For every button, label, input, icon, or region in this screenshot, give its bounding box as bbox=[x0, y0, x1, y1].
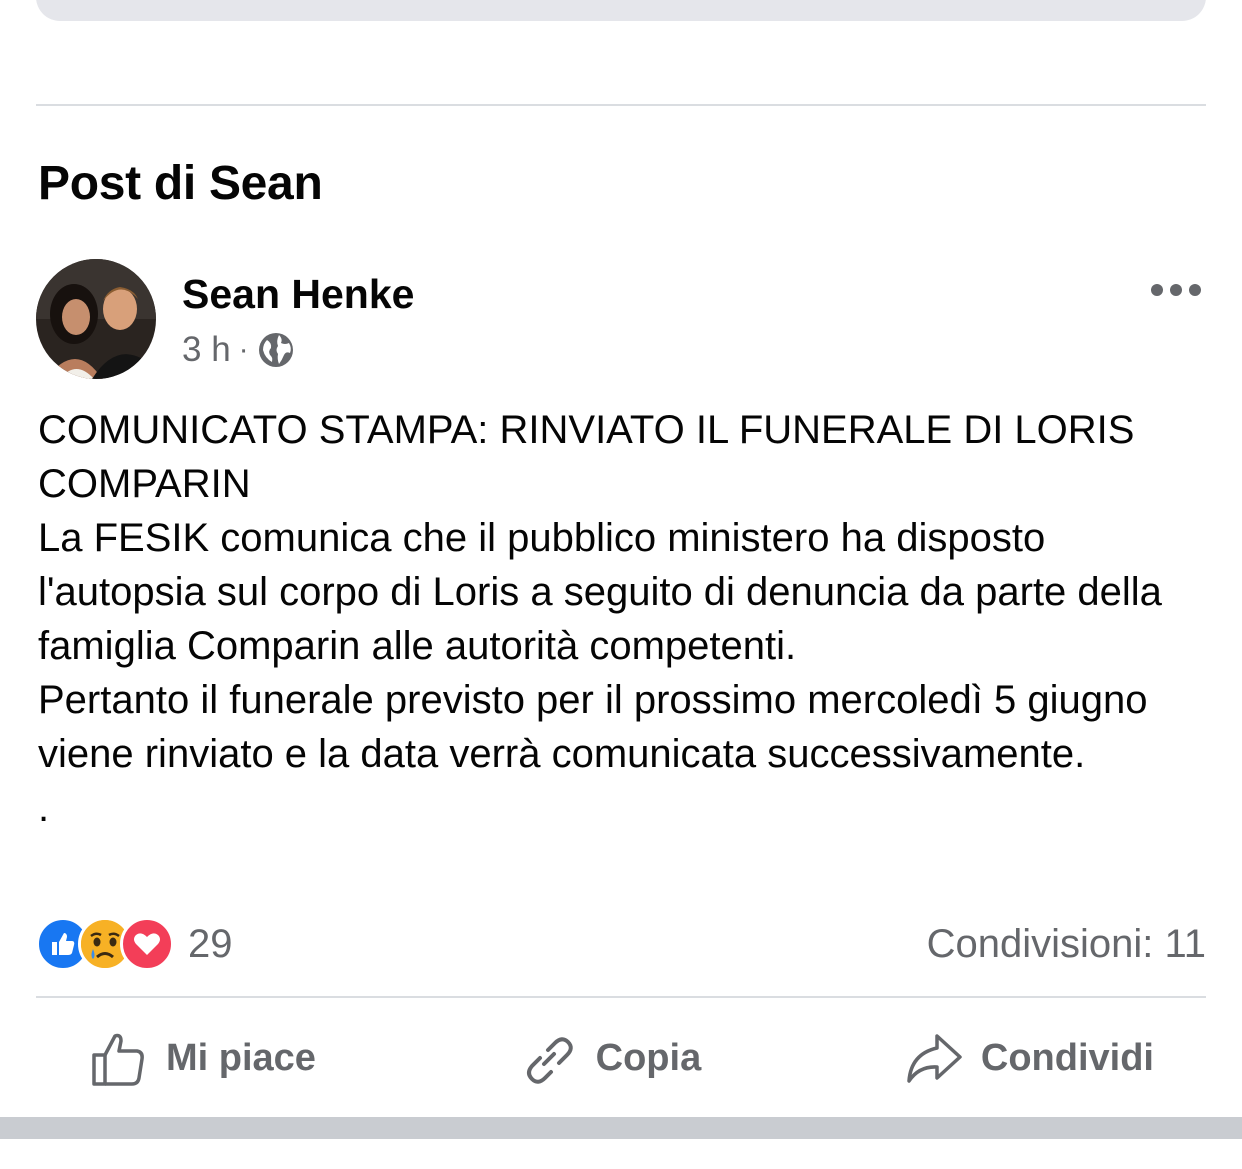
post-paragraph: Pertanto il funerale previsto per il pro… bbox=[38, 678, 1159, 776]
post-meta: 3 h · bbox=[182, 326, 295, 374]
reaction-count: 29 bbox=[188, 921, 233, 966]
section-divider bbox=[36, 104, 1206, 106]
reactions-summary[interactable]: 29 bbox=[36, 917, 233, 971]
previous-card bbox=[36, 0, 1206, 21]
feed-separator-band bbox=[0, 1117, 1242, 1139]
post-paragraph: La FESIK comunica che il pubblico minist… bbox=[38, 516, 1174, 668]
share-button-label: Condividi bbox=[980, 1036, 1154, 1079]
post-time[interactable]: 3 h bbox=[182, 330, 231, 370]
avatar-photo bbox=[36, 259, 156, 379]
like-button-label: Mi piace bbox=[166, 1036, 316, 1079]
share-arrow-icon bbox=[907, 1034, 962, 1083]
more-options-button[interactable] bbox=[1146, 272, 1206, 308]
author-name[interactable]: Sean Henke bbox=[182, 266, 414, 322]
more-horizontal-icon bbox=[1151, 284, 1201, 296]
shares-count[interactable]: Condivisioni: 11 bbox=[927, 917, 1206, 971]
like-button[interactable]: Mi piace bbox=[36, 1020, 368, 1096]
love-reaction-icon bbox=[120, 917, 174, 971]
copy-link-button[interactable]: Copia bbox=[466, 1020, 754, 1096]
share-button[interactable]: Condividi bbox=[851, 1020, 1206, 1096]
avatar[interactable] bbox=[36, 259, 156, 379]
thumbs-up-icon bbox=[92, 1033, 144, 1086]
meta-separator: · bbox=[238, 333, 249, 366]
actions-divider bbox=[36, 996, 1206, 998]
post-headline: COMUNICATO STAMPA: RINVIATO IL FUNERALE … bbox=[38, 408, 1146, 506]
link-icon bbox=[526, 1037, 573, 1084]
post-body: COMUNICATO STAMPA: RINVIATO IL FUNERALE … bbox=[38, 403, 1223, 835]
globe-icon bbox=[257, 331, 295, 369]
copy-button-label: Copia bbox=[595, 1036, 702, 1079]
post-action-bar: Mi piace Copia Condividi bbox=[36, 1020, 1206, 1096]
post-trailing-dot: . bbox=[38, 786, 50, 830]
section-title: Post di Sean bbox=[38, 157, 323, 210]
